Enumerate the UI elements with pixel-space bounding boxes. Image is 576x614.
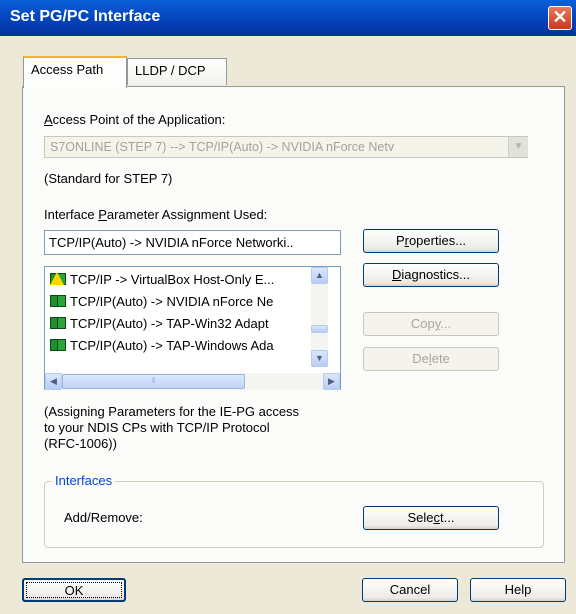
tab-access-path[interactable]: Access Path <box>23 56 127 88</box>
interface-parameter-field[interactable]: TCP/IP(Auto) -> NVIDIA nForce Networki.. <box>44 230 341 255</box>
vertical-scrollbar[interactable]: ▲ ▼ <box>311 267 328 367</box>
list-item[interactable]: TCP/IP(Auto) -> NVIDIA nForce Ne <box>50 291 273 311</box>
scroll-right-icon[interactable]: ▶ <box>323 373 340 390</box>
list-item[interactable]: TCP/IP(Auto) -> TAP-Windows Ada <box>50 335 274 355</box>
description-line: (Assigning Parameters for the IE-PG acce… <box>44 404 300 419</box>
scroll-down-icon[interactable]: ▼ <box>311 350 328 367</box>
scroll-up-icon[interactable]: ▲ <box>311 267 328 284</box>
warning-network-icon <box>50 271 67 287</box>
description-line: (RFC-1006)) <box>44 436 117 451</box>
standard-note: (Standard for STEP 7) <box>44 171 173 186</box>
diagnostics-button[interactable]: Diagnostics... <box>363 263 499 287</box>
tab-lldp-dcp[interactable]: LLDP / DCP <box>127 58 227 85</box>
properties-button[interactable]: Properties... <box>363 229 499 253</box>
cancel-button[interactable]: Cancel <box>362 578 458 602</box>
network-adapter-icon <box>50 294 67 309</box>
access-point-label: Access Point of the Application: <box>44 112 226 127</box>
scroll-thumb[interactable] <box>311 325 328 333</box>
interface-parameter-label: Interface Parameter Assignment Used: <box>44 207 268 222</box>
copy-button[interactable]: Copy... <box>363 312 499 336</box>
network-adapter-icon <box>50 316 67 331</box>
horizontal-scroll-thumb[interactable]: ⦀ <box>62 374 245 389</box>
select-button[interactable]: Select... <box>363 506 499 530</box>
description-line: to your NDIS CPs with TCP/IP Protocol <box>44 420 270 435</box>
list-item[interactable]: TCP/IP -> VirtualBox Host-Only E... <box>50 269 274 289</box>
help-button[interactable]: Help <box>470 578 566 602</box>
delete-button[interactable]: Delete <box>363 347 499 371</box>
network-adapter-icon <box>50 338 67 353</box>
interface-list[interactable]: TCP/IP -> VirtualBox Host-Only E... TCP/… <box>44 266 341 390</box>
chevron-down-icon[interactable]: ▼ <box>508 137 528 157</box>
interfaces-group-title: Interfaces <box>52 473 116 488</box>
add-remove-label: Add/Remove: <box>64 510 143 525</box>
ok-button[interactable]: OK <box>22 578 126 602</box>
list-item[interactable]: TCP/IP(Auto) -> TAP-Win32 Adapt <box>50 313 269 333</box>
access-point-dropdown[interactable]: S7ONLINE (STEP 7) --> TCP/IP(Auto) -> NV… <box>44 136 528 158</box>
scroll-left-icon[interactable]: ◀ <box>45 373 62 390</box>
close-button[interactable]: ✕ <box>548 6 572 30</box>
window-title: Set PG/PC Interface <box>10 8 161 25</box>
